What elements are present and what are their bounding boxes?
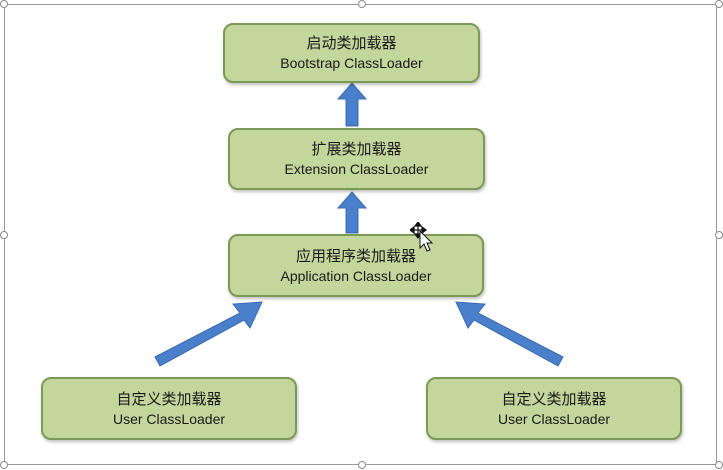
arrow-user-left-to-application	[154, 301, 263, 367]
user-left-zh-label: 自定义类加载器	[116, 389, 222, 408]
user-classloader-left-node[interactable]: 自定义类加载器 User ClassLoader	[41, 377, 297, 440]
application-classloader-node[interactable]: 应用程序类加载器 Application ClassLoader	[228, 234, 484, 297]
application-zh-label: 应用程序类加载器	[295, 246, 416, 265]
user-left-en-label: User ClassLoader	[112, 410, 226, 427]
user-right-en-label: User ClassLoader	[497, 410, 611, 427]
arrow-user-right-to-application	[455, 301, 564, 367]
bootstrap-zh-label: 启动类加载器	[306, 34, 397, 52]
application-en-label: Application ClassLoader	[280, 267, 432, 284]
arrow-application-to-extension	[336, 191, 368, 234]
extension-en-label: Extension ClassLoader	[284, 161, 429, 177]
bootstrap-classloader-node[interactable]: 启动类加载器 Bootstrap ClassLoader	[223, 23, 480, 83]
user-classloader-right-node[interactable]: 自定义类加载器 User ClassLoader	[426, 377, 682, 440]
user-right-zh-label: 自定义类加载器	[501, 389, 607, 408]
bootstrap-en-label: Bootstrap ClassLoader	[280, 55, 423, 71]
arrow-extension-to-bootstrap	[336, 82, 368, 127]
move-cursor-icon	[410, 222, 434, 252]
extension-classloader-node[interactable]: 扩展类加载器 Extension ClassLoader	[228, 128, 485, 190]
extension-zh-label: 扩展类加载器	[311, 140, 402, 158]
